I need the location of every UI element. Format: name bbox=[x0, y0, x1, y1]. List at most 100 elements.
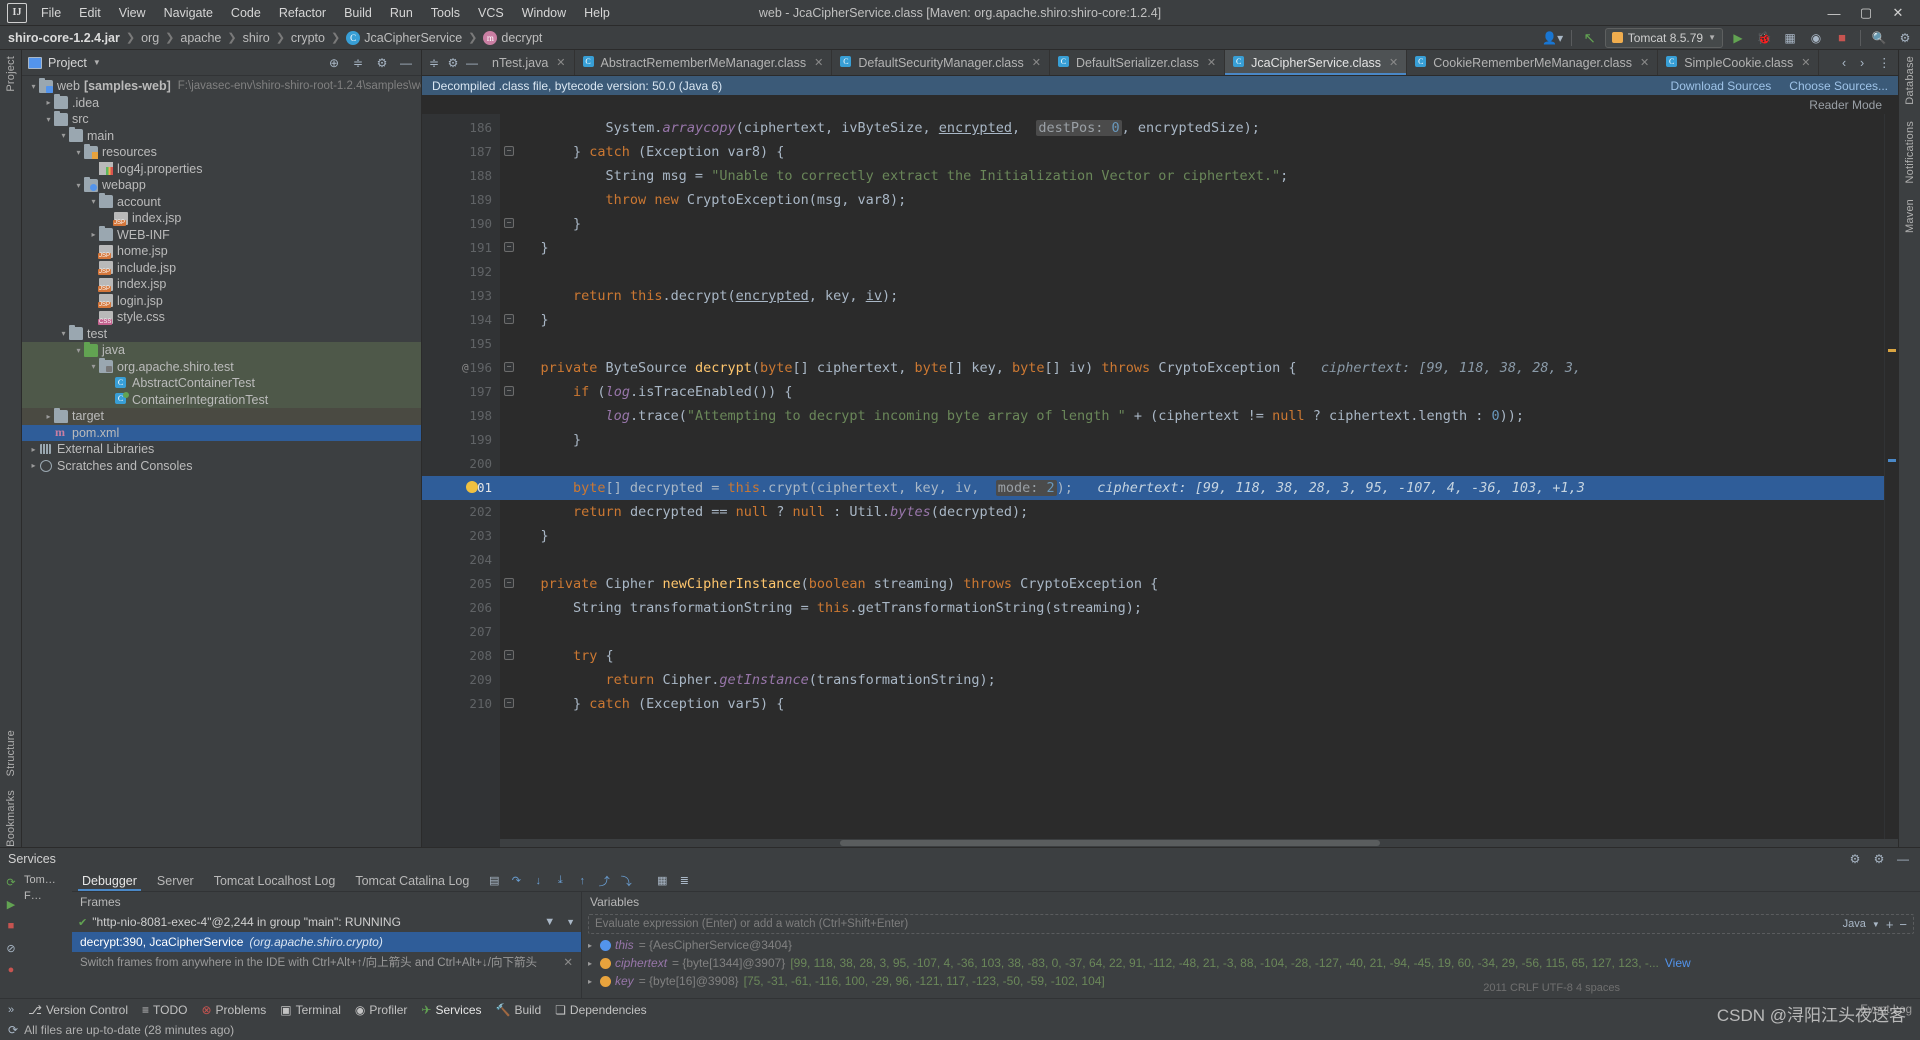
line-number[interactable]: 207 bbox=[422, 620, 500, 644]
line-number[interactable]: 193 bbox=[422, 284, 500, 308]
line-number[interactable]: 201 bbox=[422, 476, 500, 500]
tree-item-containerintegrationtest[interactable]: · ContainerIntegrationTest bbox=[22, 391, 421, 408]
tool-window-notifications[interactable]: Notifications bbox=[1904, 121, 1916, 184]
minimize-button[interactable]: — bbox=[1818, 0, 1850, 26]
chevron-right-icon[interactable]: ▸ bbox=[588, 941, 600, 950]
tab-tomcat-localhost-log[interactable]: Tomcat Localhost Log bbox=[204, 872, 346, 890]
remove-watch-icon[interactable]: − bbox=[1899, 917, 1907, 932]
tree-item-web-inf[interactable]: ▸ WEB-INF bbox=[22, 226, 421, 244]
drop-frame-icon[interactable]: ⤴ bbox=[595, 872, 613, 890]
chevron-right-icon[interactable]: ▸ bbox=[28, 461, 39, 470]
code-line[interactable]: return this.decrypt(encrypted, key, iv); bbox=[500, 284, 1884, 308]
locate-icon[interactable]: ⊕ bbox=[325, 54, 343, 72]
services-tree[interactable]: Tom… F… bbox=[22, 870, 72, 998]
menu-code[interactable]: Code bbox=[223, 3, 269, 23]
bottom-item-services[interactable]: ✈ Services bbox=[421, 1003, 481, 1017]
chevron-down-icon[interactable]: ▾ bbox=[73, 181, 84, 190]
line-number[interactable]: 186 bbox=[422, 116, 500, 140]
close-tab-icon[interactable]: ✕ bbox=[1032, 56, 1041, 69]
close-tab-icon[interactable]: ✕ bbox=[1801, 56, 1810, 69]
code-line[interactable]: } bbox=[500, 212, 1884, 236]
tree-item-web[interactable]: ▾ web [samples-web] F:\javasec-env\shiro-s… bbox=[22, 77, 421, 95]
tree-item-external-libraries[interactable]: ▸ External Libraries bbox=[22, 441, 421, 458]
menu-tools[interactable]: Tools bbox=[423, 3, 468, 23]
chevron-down-icon[interactable]: ▾ bbox=[28, 82, 39, 91]
line-number[interactable]: 191− bbox=[422, 236, 514, 260]
menu-window[interactable]: Window bbox=[514, 3, 574, 23]
code-line[interactable]: byte[] decrypted = this.crypt(ciphertext… bbox=[500, 476, 1884, 500]
breadcrumb-class[interactable]: JcaCipherService bbox=[364, 31, 462, 45]
reader-mode-label[interactable]: Reader Mode bbox=[1809, 98, 1882, 112]
breadcrumb-apache[interactable]: apache bbox=[180, 31, 221, 45]
sort-icon[interactable]: ≣ bbox=[675, 872, 693, 890]
evaluate-expression-input[interactable]: Evaluate expression (Enter) or add a wat… bbox=[588, 914, 1914, 934]
tree-item-include-jsp[interactable]: ·include.jsp bbox=[22, 260, 421, 277]
breakpoint-icon[interactable]: ● bbox=[3, 962, 19, 978]
view-value-link[interactable]: View bbox=[1665, 956, 1691, 970]
bottom-item-profiler[interactable]: ◉ Profiler bbox=[355, 1003, 408, 1017]
code-line[interactable]: } bbox=[500, 428, 1884, 452]
tree-item-resources[interactable]: ▾ resources bbox=[22, 143, 421, 161]
menu-file[interactable]: File bbox=[33, 3, 69, 23]
bottom-tool-bar[interactable]: » ⎇ Version Control ≡ TODO ⊗ Problems ▣ … bbox=[0, 998, 1920, 1020]
run-to-cursor-icon[interactable]: ⤵ bbox=[617, 872, 635, 890]
menu-vcs[interactable]: VCS bbox=[470, 3, 512, 23]
editor-tab-abstractremembermemanager-class[interactable]: AbstractRememberMeManager.class ✕ bbox=[575, 50, 833, 75]
tree-item-org-apache-shiro-test[interactable]: ▾ org.apache.shiro.test bbox=[22, 358, 421, 375]
variable-row[interactable]: ▸ this = {AesCipherService@3404} bbox=[582, 936, 1920, 954]
services-tree-node[interactable]: Tom… bbox=[22, 872, 72, 888]
menu-edit[interactable]: Edit bbox=[71, 3, 109, 23]
tab-server[interactable]: Server bbox=[147, 872, 204, 890]
code-line[interactable]: private ByteSource decrypt(byte[] cipher… bbox=[500, 356, 1884, 380]
close-tab-icon[interactable]: ✕ bbox=[1207, 56, 1216, 69]
filter-icon[interactable]: ▼ bbox=[544, 916, 555, 928]
chevron-down-icon[interactable]: ▼ bbox=[93, 58, 101, 67]
code-line[interactable] bbox=[500, 548, 1884, 572]
user-icon[interactable]: 👤▾ bbox=[1542, 28, 1564, 48]
watches-icon[interactable]: ▦ bbox=[653, 872, 671, 890]
thread-selector[interactable]: ✔ "http-nio-8081-exec-4"@2,244 in group … bbox=[72, 912, 581, 932]
breadcrumb-shiro[interactable]: shiro bbox=[243, 31, 270, 45]
breadcrumb[interactable]: shiro-core-1.2.4.jar ❯ org ❯ apache ❯ sh… bbox=[8, 30, 542, 45]
close-icon[interactable]: ✕ bbox=[563, 955, 573, 969]
debugger-toolbar[interactable]: ▤ ↷ ↓ ⤓ ↑ ⤴ ⤵ ▦ ≣ bbox=[485, 872, 693, 890]
decompile-links[interactable]: Download Sources Choose Sources... bbox=[1671, 79, 1888, 93]
variable-row[interactable]: ▸ key = {byte[16]@3908} [75, -31, -61, -116… bbox=[582, 972, 1920, 990]
tree-item-java[interactable]: ▾ java bbox=[22, 341, 421, 359]
editor-tab-ntest-java[interactable]: nTest.java ✕ bbox=[484, 50, 575, 75]
code-line[interactable]: String msg = "Unable to correctly extrac… bbox=[500, 164, 1884, 188]
code-line[interactable]: return decrypted == null ? null : Util.b… bbox=[500, 500, 1884, 524]
menu-view[interactable]: View bbox=[111, 3, 154, 23]
stop-icon[interactable]: ■ bbox=[1831, 28, 1853, 48]
chevron-down-icon[interactable]: ▾ bbox=[58, 131, 69, 140]
editor-tab-simplecookie-class[interactable]: SimpleCookie.class ✕ bbox=[1658, 50, 1820, 75]
line-number[interactable]: 205− bbox=[422, 572, 514, 596]
step-out-icon[interactable]: ↑ bbox=[573, 872, 591, 890]
code-line[interactable]: throw new CryptoException(msg, var8); bbox=[500, 188, 1884, 212]
gear-icon[interactable]: ⚙ bbox=[1894, 28, 1916, 48]
line-number[interactable]: 199 bbox=[422, 428, 500, 452]
add-watch-icon[interactable]: + bbox=[1886, 917, 1894, 932]
chevron-down-icon[interactable]: ▾ bbox=[88, 362, 99, 371]
breadcrumb-org[interactable]: org bbox=[141, 31, 159, 45]
tree-item-style-css[interactable]: ·style.css bbox=[22, 309, 421, 326]
chevron-right-icon[interactable]: › bbox=[1860, 56, 1876, 70]
project-tree[interactable]: ▾ web [samples-web] F:\javasec-env\shiro-s… bbox=[22, 76, 421, 847]
code-line[interactable]: } bbox=[500, 308, 1884, 332]
line-number[interactable]: 200 bbox=[422, 452, 500, 476]
bottom-item-terminal[interactable]: ▣ Terminal bbox=[280, 1003, 341, 1017]
rerun-icon[interactable]: ⟳ bbox=[3, 874, 19, 890]
code-line[interactable]: } bbox=[500, 236, 1884, 260]
mute-breakpoints-icon[interactable]: ⊘ bbox=[3, 940, 19, 956]
menu-navigate[interactable]: Navigate bbox=[156, 3, 221, 23]
line-number[interactable]: 188 bbox=[422, 164, 500, 188]
intention-bulb-icon[interactable] bbox=[466, 481, 478, 493]
code-line[interactable]: log.trace("Attempting to decrypt incomin… bbox=[500, 404, 1884, 428]
line-number[interactable]: 206 bbox=[422, 596, 500, 620]
code-line[interactable]: private Cipher newCipherInstance(boolean… bbox=[500, 572, 1884, 596]
chevron-right-icon[interactable]: ▸ bbox=[588, 977, 600, 986]
chevron-down-icon[interactable]: ▼ bbox=[1872, 920, 1880, 929]
code-line[interactable] bbox=[500, 452, 1884, 476]
line-number[interactable]: 194− bbox=[422, 308, 514, 332]
editor-tabs[interactable]: ≑ ⚙ — nTest.java✕AbstractRememberMeManag… bbox=[422, 50, 1898, 76]
